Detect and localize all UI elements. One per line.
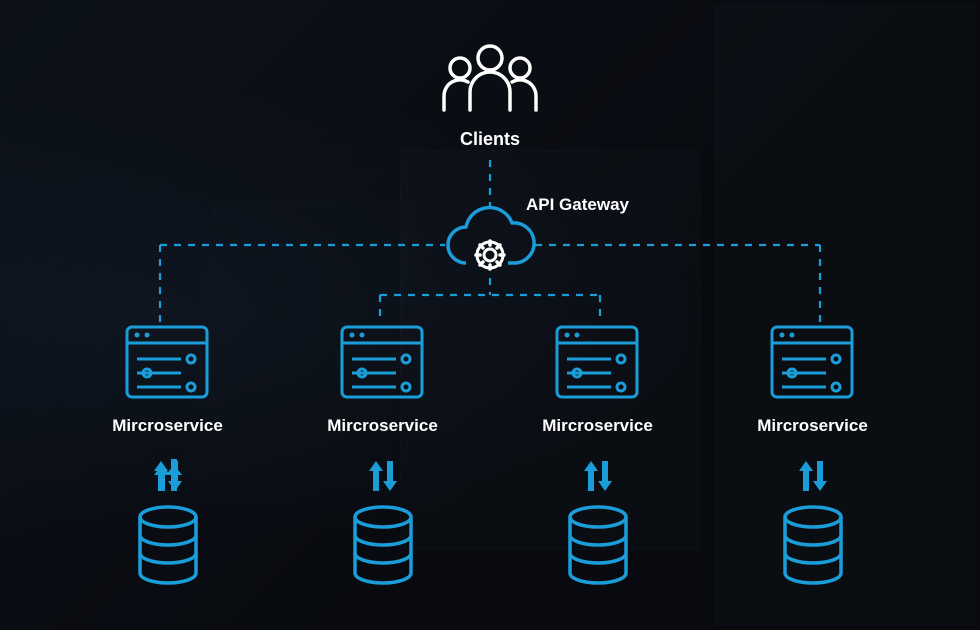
microservice-node: Mircroservice (542, 323, 653, 436)
microservice-label: Mircroservice (757, 416, 868, 436)
clients-node: Clients (430, 38, 550, 150)
server-icon (123, 323, 211, 406)
architecture-diagram: Clients API Gateway (0, 0, 980, 630)
sync-arrows-row (0, 455, 980, 497)
clients-icon (430, 105, 550, 122)
cloud-gear-icon (438, 266, 542, 283)
clients-label: Clients (430, 129, 550, 150)
api-gateway-node (438, 205, 542, 284)
databases-row (0, 505, 980, 589)
server-icon (338, 323, 426, 406)
bidirectional-arrow-icon (361, 455, 405, 497)
server-icon (768, 323, 856, 406)
bidirectional-arrow-icon (791, 455, 835, 497)
microservice-label: Mircroservice (542, 416, 653, 436)
database-icon (777, 505, 849, 589)
microservice-label: Mircroservice (112, 416, 223, 436)
database-icon (347, 505, 419, 589)
microservice-node: Mircroservice (757, 323, 868, 436)
bidirectional-arrow-icon (146, 455, 190, 497)
microservice-label: Mircroservice (327, 416, 438, 436)
server-icon (553, 323, 641, 406)
database-icon (132, 505, 204, 589)
microservice-node: Mircroservice (327, 323, 438, 436)
database-icon (562, 505, 634, 589)
bidirectional-arrow-icon (576, 455, 620, 497)
microservice-node: Mircroservice (112, 323, 223, 436)
microservices-row: Mircroservice (0, 323, 980, 436)
